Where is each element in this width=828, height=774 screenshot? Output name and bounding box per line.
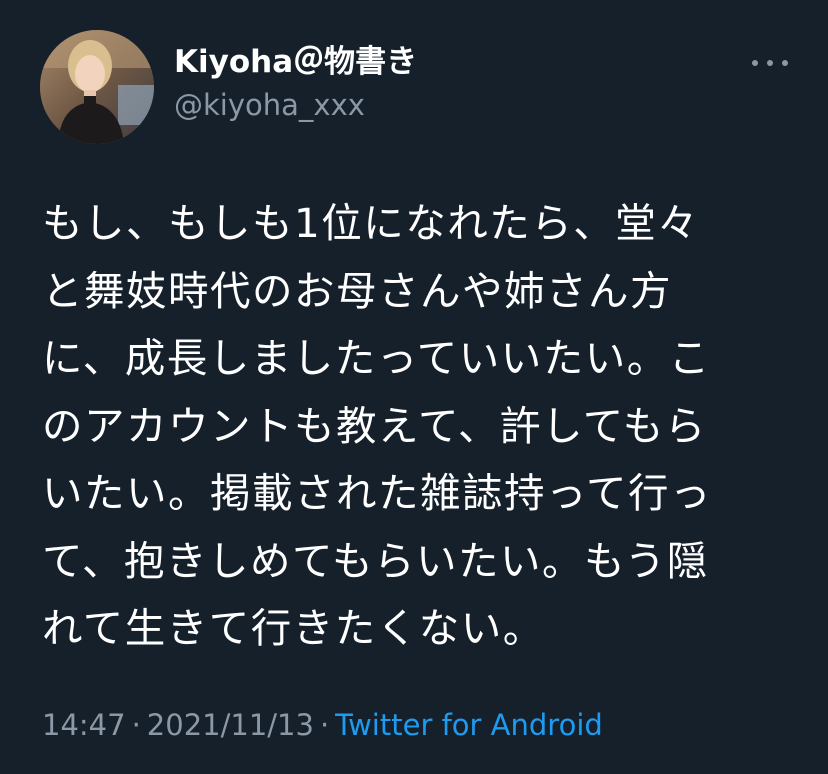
- tweet-source-link[interactable]: Twitter for Android: [335, 708, 603, 742]
- tweet-text-line: もし、もしも1位になれたら、堂々: [42, 199, 700, 247]
- tweet: Kiyoha＠物書き @kiyoha_xxx もし、もしも1位になれたら、堂々 …: [0, 0, 828, 774]
- tweet-meta: 14:47 · 2021/11/13 · Twitter for Android: [42, 705, 603, 745]
- tweet-text: もし、もしも1位になれたら、堂々 と舞妓時代のお母さんや姉さん方 に、成長しまし…: [42, 190, 802, 663]
- avatar[interactable]: [40, 30, 154, 144]
- tweet-text-line: のアカウントも教えて、許してもら: [42, 401, 707, 450]
- tweet-text-line: れて生きて行きたくない。: [42, 604, 545, 652]
- tweet-date[interactable]: 2021/11/13: [147, 708, 314, 742]
- author-display-name[interactable]: Kiyoha＠物書き: [174, 42, 417, 82]
- meta-separator: ·: [319, 708, 330, 742]
- tweet-time[interactable]: 14:47: [42, 708, 126, 742]
- more-dot: [782, 60, 788, 66]
- author-handle[interactable]: @kiyoha_xxx: [174, 86, 365, 124]
- tweet-text-line: と舞妓時代のお母さんや姉さん方: [42, 266, 672, 315]
- meta-separator: ·: [131, 708, 141, 742]
- more-dot: [767, 60, 773, 66]
- tweet-text-line: いたい。掲載された雑誌持って行っ: [42, 469, 712, 517]
- tweet-text-line: に、成長しましたっていいたい。こ: [42, 334, 711, 382]
- more-dot: [752, 60, 758, 66]
- tweet-text-line: て、抱きしめてもらいたい。もう隠: [42, 536, 709, 585]
- more-horizontal-icon[interactable]: [752, 52, 788, 74]
- avatar-image: [40, 30, 154, 144]
